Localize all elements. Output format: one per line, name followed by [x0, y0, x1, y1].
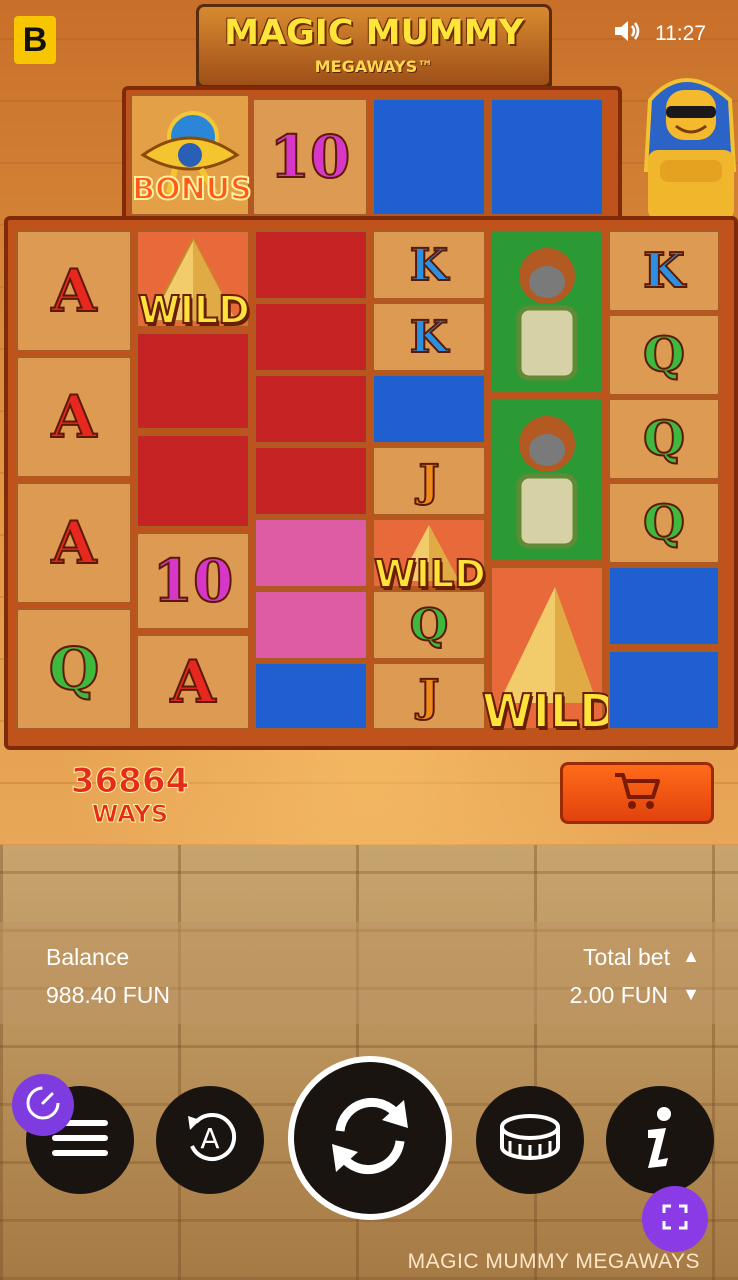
symbol-gorilla — [490, 398, 604, 562]
symbol-a: A — [16, 482, 132, 604]
symbol-a-text: A — [50, 382, 97, 452]
symbol-monkey-pharaoh — [254, 518, 368, 588]
bonus-label: BONUS — [131, 171, 252, 208]
symbol-cat — [372, 374, 486, 444]
info-button[interactable] — [606, 1086, 714, 1194]
total-bet-value: 2.00 FUN — [569, 982, 668, 1008]
symbol-10-text: 10 — [152, 546, 235, 616]
symbol-k-text: K — [409, 311, 449, 364]
symbol-j-text: J — [418, 455, 441, 508]
balance-bet-bar: Balance 988.40 FUN Total bet 2.00 FUN ▲ … — [0, 922, 738, 1024]
symbol-falcon — [254, 302, 368, 372]
symbol-j-text: J — [418, 670, 441, 723]
symbol-q-text: Q — [409, 599, 449, 652]
turbo-button[interactable] — [12, 1074, 74, 1136]
symbol-a-text: A — [169, 647, 216, 717]
pharaoh-mascot — [630, 60, 738, 220]
autoplay-button[interactable]: A — [156, 1086, 264, 1194]
symbol-k-text: K — [409, 239, 449, 292]
symbol-a-text: A — [50, 508, 97, 578]
symbol-j: J — [372, 446, 486, 516]
clock: 11:27 — [655, 22, 706, 45]
symbol-q-text: Q — [642, 326, 686, 384]
symbol-cat — [490, 98, 604, 216]
symbol-q-text: Q — [642, 410, 686, 468]
symbol-10: 10 — [252, 98, 368, 216]
shopping-cart-icon — [613, 771, 661, 816]
symbol-q: Q — [608, 482, 720, 564]
symbol-gorilla — [490, 230, 604, 394]
symbol-cat — [608, 650, 720, 730]
fullscreen-icon — [662, 1204, 688, 1235]
brand-logo: B — [14, 16, 56, 64]
symbol-q: Q — [608, 398, 720, 480]
bet-decrease-button[interactable]: ▼ — [682, 984, 700, 1005]
autoplay-icon: A — [178, 1106, 242, 1175]
symbol-falcon — [136, 332, 250, 430]
game-logo: MAGIC MUMMY MEGAWAYS™ — [196, 4, 552, 88]
buy-feature-button[interactable] — [560, 762, 714, 824]
symbol-10: 10 — [136, 532, 250, 630]
logo-subtitle: MEGAWAYS™ — [314, 57, 434, 76]
symbol-k: K — [608, 230, 720, 312]
logo-title: MAGIC MUMMY — [224, 13, 524, 53]
symbol-q: Q — [16, 608, 132, 730]
wild-label: WILD — [481, 683, 618, 739]
wild-label: WILD — [137, 287, 251, 333]
symbol-a: A — [136, 634, 250, 730]
symbol-a-text: A — [50, 256, 97, 326]
symbol-q: Q — [608, 314, 720, 396]
symbol-monkey-pharaoh — [254, 590, 368, 660]
symbol-falcon — [254, 230, 368, 300]
bet-coin-button[interactable] — [476, 1086, 584, 1194]
balance-label: Balance — [46, 944, 130, 970]
symbol-falcon — [254, 374, 368, 444]
fullscreen-button[interactable] — [642, 1186, 708, 1252]
symbol-falcon — [136, 434, 250, 528]
coin-stack-icon — [498, 1113, 562, 1168]
svg-text:A: A — [200, 1122, 219, 1155]
symbol-j: J — [372, 662, 486, 730]
game-name-footer: MAGIC MUMMY MEGAWAYS — [407, 1250, 700, 1273]
ways-counter: 36864 WAYS — [50, 761, 210, 828]
symbol-10-text: 10 — [269, 122, 352, 192]
symbol-k-text: K — [642, 242, 686, 300]
status-area: 11:27 — [613, 18, 706, 50]
info-icon — [640, 1106, 680, 1175]
spin-arrows-icon — [320, 1086, 420, 1191]
symbol-cat — [608, 566, 720, 646]
spin-button[interactable] — [288, 1056, 452, 1220]
total-bet-label: Total bet — [583, 944, 670, 970]
symbol-a: A — [16, 356, 132, 478]
ways-label: WAYS — [91, 800, 169, 828]
symbol-a: A — [16, 230, 132, 352]
symbol-falcon — [254, 446, 368, 516]
symbol-q-text: Q — [642, 494, 686, 552]
symbol-k: K — [372, 230, 486, 300]
symbol-q-text: Q — [48, 634, 101, 704]
symbol-k: K — [372, 302, 486, 372]
speaker-icon[interactable] — [613, 18, 643, 50]
turbo-speed-icon — [24, 1084, 62, 1127]
symbol-cat — [254, 662, 368, 730]
bet-increase-button[interactable]: ▲ — [682, 946, 700, 967]
balance-value: 988.40 FUN — [46, 982, 171, 1008]
ways-count: 36864 — [70, 761, 190, 801]
symbol-cat — [372, 98, 486, 216]
symbol-q: Q — [372, 590, 486, 660]
